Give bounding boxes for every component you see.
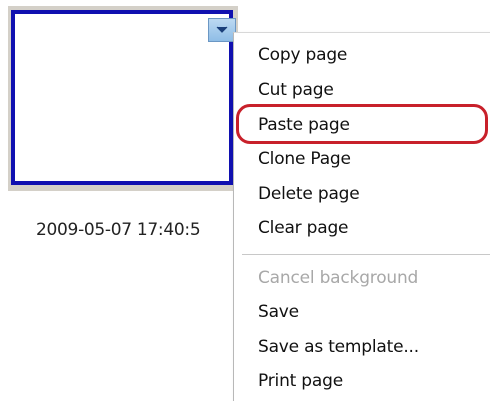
menu-separator [242,254,490,255]
menu-item-paste-page[interactable]: Paste page [258,115,350,135]
menu-item-save-as-template[interactable]: Save as template... [258,337,419,357]
page-context-menu: Copy page Cut page Paste page Clone Page… [233,32,490,401]
menu-item-print-page[interactable]: Print page [258,371,343,391]
chevron-down-icon [216,26,228,33]
menu-item-copy-page[interactable]: Copy page [258,45,347,65]
menu-item-save[interactable]: Save [258,302,299,322]
page-thumbnail[interactable] [11,10,233,185]
menu-item-clone-page[interactable]: Clone Page [258,149,351,169]
page-timestamp: 2009-05-07 17:40:5 [36,220,201,240]
menu-item-cut-page[interactable]: Cut page [258,80,334,100]
menu-item-delete-page[interactable]: Delete page [258,184,360,204]
page-manager-view: 2009-05-07 17:40:5 Copy page Cut page Pa… [0,0,490,401]
menu-item-clear-page[interactable]: Clear page [258,218,349,238]
menu-item-cancel-background: Cancel background [258,268,419,288]
page-menu-dropdown-button[interactable] [208,18,236,42]
